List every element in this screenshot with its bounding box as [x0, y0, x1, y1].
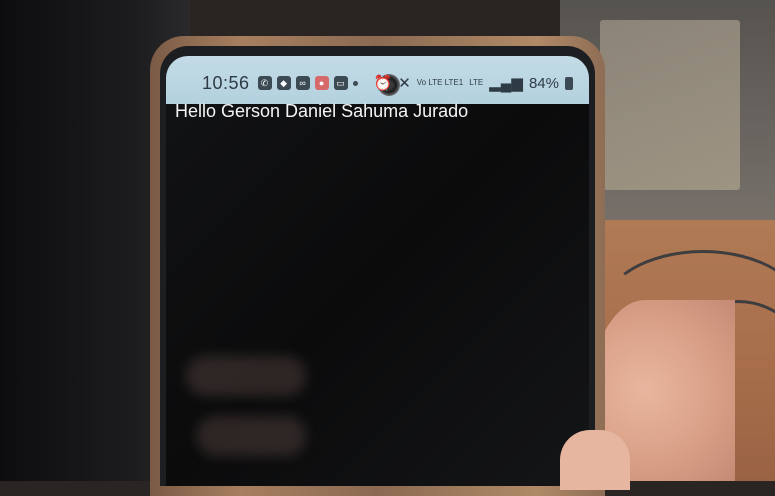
- alarm-icon: ⏰: [373, 75, 393, 92]
- signal-icon: ▂▄▆: [489, 75, 523, 92]
- whatsapp-icon: ✆: [257, 76, 272, 90]
- network-label: LTE: [469, 78, 484, 87]
- status-bar[interactable]: 10:56 ✆ ◆ ∞ ● ▭ ⏰ ✕ Vo LTE LTE1 LTE ▂▄▆ …: [166, 56, 589, 104]
- app-icon: ●: [314, 76, 329, 90]
- finger-reflection: [186, 356, 306, 396]
- battery-label: 84%: [528, 74, 559, 92]
- monitor-screen: [600, 20, 740, 190]
- notification-icons: ✆ ◆ ∞ ● ▭: [257, 76, 358, 90]
- system-status: ⏰ ✕ Vo LTE LTE1 LTE ▂▄▆ 84%: [374, 74, 573, 92]
- clock: 10:56: [202, 72, 250, 93]
- greeting-text: Hello Gerson Daniel Sahuma Jurado: [175, 101, 469, 121]
- finger-reflection: [196, 416, 306, 456]
- game-icon: ◆: [276, 76, 291, 90]
- twitch-icon: ▭: [333, 76, 348, 90]
- more-notifications-icon: [352, 80, 358, 86]
- thumb: [560, 430, 630, 490]
- battery-icon: [565, 76, 573, 90]
- mute-icon: ✕: [398, 75, 411, 92]
- phone-screen[interactable]: 10:56 ✆ ◆ ∞ ● ▭ ⏰ ✕ Vo LTE LTE1 LTE ▂▄▆ …: [166, 56, 589, 486]
- network-small-label: Vo LTE LTE1: [416, 78, 464, 87]
- voicemail-icon: ∞: [295, 76, 310, 90]
